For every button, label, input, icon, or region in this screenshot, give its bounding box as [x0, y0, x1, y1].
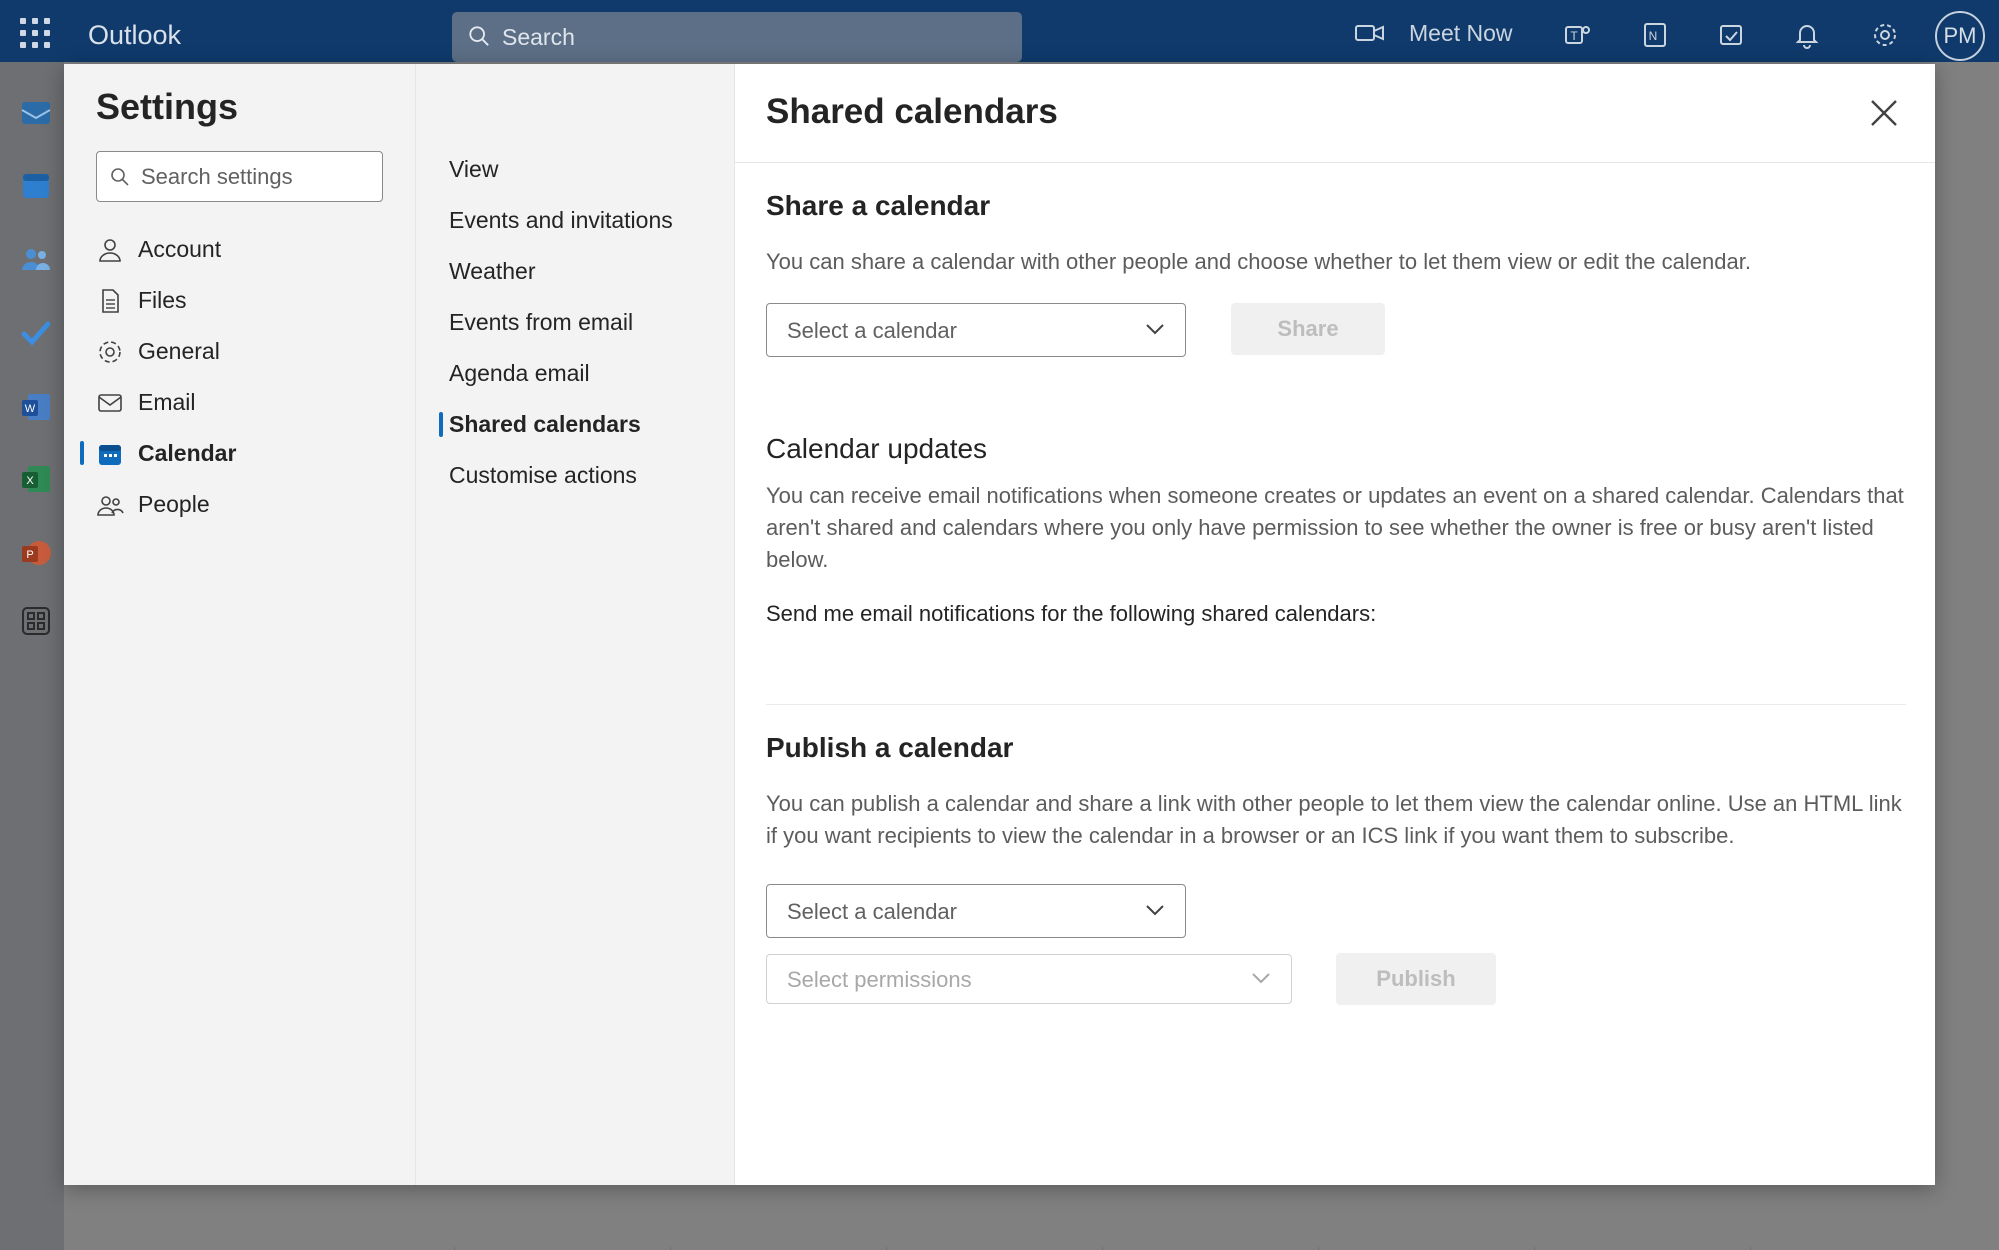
- gear-icon[interactable]: [1870, 20, 1900, 50]
- notify-label: Send me email notifications for the foll…: [766, 601, 1377, 626]
- people-app-icon[interactable]: [19, 242, 53, 276]
- category-label: Calendar: [138, 440, 237, 466]
- chevron-down-icon: [1146, 324, 1164, 335]
- settings-category-list: Account Files General Email Calendar Peo…: [80, 224, 396, 530]
- category-label: People: [138, 491, 210, 517]
- publish-calendar-heading: Publish a calendar: [766, 732, 1014, 763]
- dropdown-placeholder: Select a calendar: [787, 899, 957, 924]
- settings-categories-pane: Settings Account Files General Email: [64, 64, 415, 1185]
- video-camera-icon: [1355, 25, 1384, 41]
- global-search-placeholder: Search: [502, 24, 575, 50]
- subsection-view[interactable]: View: [439, 144, 719, 195]
- share-select-calendar-dropdown[interactable]: Select a calendar: [766, 303, 1186, 357]
- publish-button[interactable]: Publish: [1336, 953, 1496, 1005]
- todo-app-icon[interactable]: [19, 316, 53, 350]
- excel-app-icon[interactable]: X: [19, 462, 53, 496]
- mail-icon: [98, 393, 122, 412]
- word-app-icon[interactable]: W: [19, 390, 53, 424]
- subsection-agenda-email[interactable]: Agenda email: [439, 348, 719, 399]
- app-rail: W X P: [0, 62, 64, 1250]
- onenote-icon[interactable]: N: [1640, 20, 1670, 50]
- settings-search-input[interactable]: [141, 162, 371, 192]
- avatar[interactable]: PM: [1935, 11, 1985, 61]
- category-general[interactable]: General: [96, 326, 396, 377]
- category-label: Account: [138, 236, 222, 262]
- category-label: Email: [138, 389, 196, 415]
- category-email[interactable]: Email: [96, 377, 396, 428]
- more-apps-icon[interactable]: [19, 604, 53, 638]
- shared-calendars-content: Shared calendars Share a calendar You ca…: [734, 64, 1935, 1185]
- bell-icon[interactable]: [1792, 20, 1822, 50]
- close-icon[interactable]: [1867, 96, 1901, 130]
- publish-select-calendar-dropdown[interactable]: Select a calendar: [766, 884, 1186, 938]
- category-people[interactable]: People: [96, 479, 396, 530]
- subsection-customise-actions[interactable]: Customise actions: [439, 450, 719, 501]
- svg-text:P: P: [26, 549, 33, 561]
- gear-icon: [99, 340, 121, 363]
- svg-text:X: X: [26, 475, 34, 487]
- teams-icon[interactable]: T: [1562, 20, 1592, 50]
- category-calendar[interactable]: Calendar: [80, 428, 396, 479]
- search-icon: [469, 26, 489, 46]
- calendar-updates-description: You can receive email notifications when…: [766, 483, 1904, 572]
- app-name[interactable]: Outlook: [88, 20, 181, 51]
- subsection-events-from-email[interactable]: Events from email: [439, 297, 719, 348]
- chevron-down-icon: [1146, 905, 1164, 916]
- calendar-updates-heading: Calendar updates: [766, 433, 988, 464]
- settings-search-field[interactable]: [96, 151, 383, 202]
- dropdown-placeholder: Select a calendar: [787, 318, 957, 343]
- svg-text:W: W: [25, 403, 36, 415]
- subsection-events-and-invitations[interactable]: Events and invitations: [439, 195, 719, 246]
- subsection-shared-calendars[interactable]: Shared calendars: [439, 399, 719, 450]
- category-account[interactable]: Account: [96, 224, 396, 275]
- dropdown-placeholder: Select permissions: [787, 967, 972, 992]
- person-icon: [99, 238, 121, 262]
- settings-dialog: Settings Account Files General Email: [64, 64, 1935, 1185]
- calendar-icon: [99, 444, 121, 465]
- page-title: Shared calendars: [766, 92, 1058, 131]
- category-label: Files: [138, 287, 187, 313]
- svg-text:N: N: [1649, 29, 1658, 43]
- mail-app-icon[interactable]: [19, 96, 53, 130]
- global-search-input[interactable]: Search: [452, 12, 1022, 62]
- publish-calendar-description: You can publish a calendar and share a l…: [766, 791, 1902, 848]
- settings-title: Settings: [96, 86, 239, 127]
- meet-now-label: Meet Now: [1409, 19, 1513, 46]
- share-calendar-heading: Share a calendar: [766, 190, 991, 221]
- svg-text:T: T: [1570, 29, 1578, 43]
- people-icon: [97, 495, 124, 516]
- calendar-app-icon[interactable]: [19, 168, 53, 202]
- search-icon: [111, 168, 129, 186]
- category-label: General: [138, 338, 220, 364]
- top-bar: Outlook Search Meet Now T N PM: [0, 0, 1999, 62]
- my-day-icon[interactable]: [1716, 20, 1746, 50]
- chevron-down-icon: [1252, 973, 1270, 984]
- share-calendar-description: You can share a calendar with other peop…: [766, 249, 1751, 274]
- subsection-list: View Events and invitations Weather Even…: [439, 144, 719, 501]
- meet-now-button[interactable]: Meet Now: [1355, 18, 1513, 48]
- header-divider: [735, 162, 1935, 163]
- app-launcher-icon[interactable]: [20, 18, 50, 48]
- share-button[interactable]: Share: [1231, 303, 1385, 355]
- section-divider: [766, 704, 1906, 705]
- file-icon: [102, 288, 119, 313]
- select-permissions-dropdown[interactable]: Select permissions: [766, 954, 1292, 1004]
- subsection-weather[interactable]: Weather: [439, 246, 719, 297]
- category-files[interactable]: Files: [96, 275, 396, 326]
- powerpoint-app-icon[interactable]: P: [19, 536, 53, 570]
- calendar-subsections-pane: View Events and invitations Weather Even…: [415, 64, 734, 1185]
